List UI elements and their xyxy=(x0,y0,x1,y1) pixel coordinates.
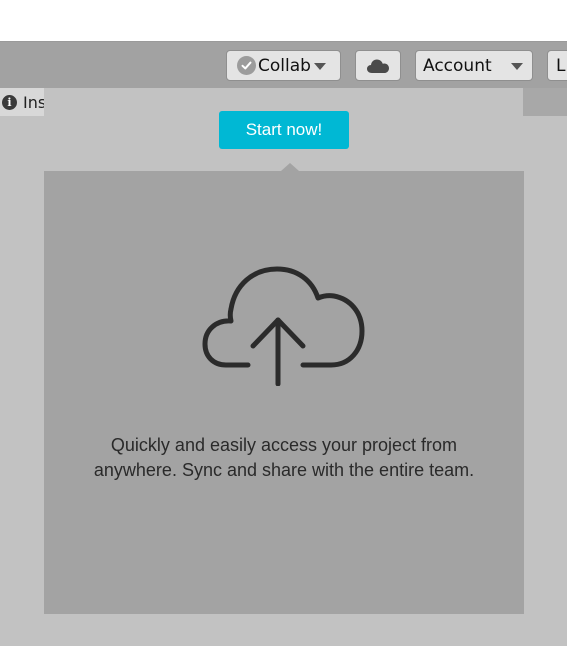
inspector-tab-label: Ins xyxy=(23,92,44,112)
top-strip xyxy=(0,0,567,41)
account-label: Account xyxy=(423,55,492,76)
chevron-down-icon xyxy=(313,63,326,70)
info-icon: i xyxy=(2,94,17,110)
collab-info-panel: Quickly and easily access your project f… xyxy=(44,171,524,614)
cloud-button[interactable] xyxy=(355,50,401,81)
panel-area: i Ins Start now! Quickly and easily acce… xyxy=(0,88,567,646)
collab-label: Collab xyxy=(258,55,311,76)
description-line-1: Quickly and easily access your project f… xyxy=(110,435,458,455)
tab-inspector[interactable]: i Ins xyxy=(0,88,44,116)
chevron-down-icon xyxy=(511,63,523,70)
collab-button[interactable]: Collab xyxy=(226,50,341,81)
description-line-2: anywhere. Sync and share with the entire… xyxy=(93,460,475,480)
layers-dropdown[interactable]: L xyxy=(547,50,567,81)
cloud-icon xyxy=(367,59,389,73)
check-circle-icon xyxy=(237,56,256,75)
account-dropdown[interactable]: Account xyxy=(415,50,533,81)
collab-popup: Start now! Quickly and easily access you… xyxy=(44,88,524,646)
start-now-button[interactable]: Start now! xyxy=(219,111,349,149)
popup-pointer xyxy=(281,163,299,171)
toolbar: Collab Account L xyxy=(0,41,567,88)
collab-description: Quickly and easily access your project f… xyxy=(44,433,524,483)
layers-label: L xyxy=(556,55,566,76)
panel-tab-strip xyxy=(523,88,567,116)
cloud-upload-icon xyxy=(202,266,365,386)
